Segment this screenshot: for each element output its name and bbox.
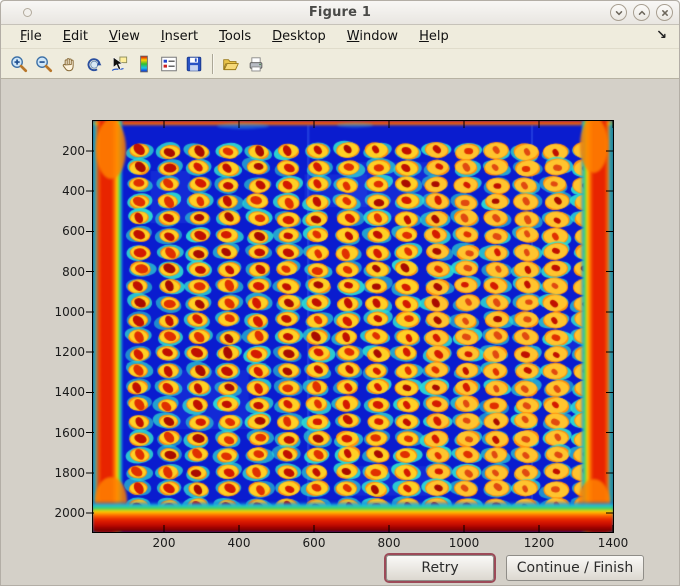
y-tick-label: 200 <box>62 144 85 158</box>
window-controls <box>610 4 673 21</box>
save-figure-button[interactable] <box>182 52 206 76</box>
menu-item-tools[interactable]: Tools <box>212 27 258 46</box>
zoom-out-icon <box>35 55 53 73</box>
window-title: Figure 1 <box>308 5 372 20</box>
insert-colorbar-icon <box>135 55 153 73</box>
zoom-in-icon <box>10 55 28 73</box>
titlebar[interactable]: Figure 1 <box>1 1 679 25</box>
y-tick-label: 1800 <box>54 465 85 480</box>
x-tick-label: 1400 <box>597 536 629 550</box>
data-cursor-icon <box>110 55 128 73</box>
chevron-down-icon <box>614 8 624 18</box>
menu-item-window[interactable]: Window <box>340 27 405 46</box>
open-file-button[interactable] <box>219 52 243 76</box>
print-figure-icon <box>247 55 265 73</box>
shade-button[interactable] <box>610 4 627 21</box>
print-figure-button[interactable] <box>244 52 268 76</box>
menu-item-edit[interactable]: Edit <box>56 27 95 46</box>
x-tick-label: 1000 <box>448 536 480 550</box>
toolbar-separator <box>212 53 214 74</box>
menubar: File Edit View Insert Tools Desktop Window Help… <box>1 25 679 49</box>
pan-icon <box>60 55 78 73</box>
y-tick-label: 1000 <box>54 304 85 319</box>
toolbar <box>1 49 679 79</box>
x-tick-label: 400 <box>227 536 251 550</box>
y-tick-label: 400 <box>62 184 85 199</box>
rotate-3d-icon <box>85 55 103 73</box>
y-tick-label: 2000 <box>54 506 85 520</box>
insert-legend-icon <box>160 55 178 73</box>
y-tick-label: 1200 <box>54 345 85 360</box>
y-tick-label: 800 <box>62 264 85 279</box>
plate-image[interactable] <box>93 121 613 532</box>
data-cursor-button[interactable] <box>107 52 131 76</box>
maximize-button[interactable] <box>633 4 650 21</box>
save-figure-icon <box>185 55 203 73</box>
zoom-out-button[interactable] <box>32 52 56 76</box>
close-button[interactable] <box>656 4 673 21</box>
chevron-up-icon <box>637 8 647 18</box>
continue-finish-button[interactable]: Continue / Finish <box>506 555 644 581</box>
figure-canvas-area: Retry Continue / Finish 200 400 600 800 1000… <box>1 79 679 585</box>
zoom-in-button[interactable] <box>7 52 31 76</box>
pan-button[interactable] <box>57 52 81 76</box>
x-tick-label: 600 <box>302 536 326 550</box>
plot-axes <box>92 120 614 533</box>
close-icon <box>660 8 670 18</box>
x-tick-label: 1200 <box>523 536 555 550</box>
menu-item-view[interactable]: View <box>102 27 147 46</box>
menu-item-insert[interactable]: Insert <box>154 27 205 46</box>
menu-item-desktop[interactable]: Desktop <box>265 27 333 46</box>
x-tick-label: 200 <box>152 536 176 550</box>
insert-legend-button[interactable] <box>157 52 181 76</box>
insert-colorbar-button[interactable] <box>132 52 156 76</box>
menu-item-file[interactable]: File <box>13 27 49 46</box>
rotate-3d-button[interactable] <box>82 52 106 76</box>
menu-item-help[interactable]: Help <box>412 27 456 46</box>
y-tick-label: 1600 <box>54 425 85 440</box>
open-file-icon <box>222 55 240 73</box>
dock-figure-icon[interactable]: ↘ <box>656 28 667 43</box>
y-tick-label: 1400 <box>54 385 85 400</box>
retry-button[interactable]: Retry <box>386 555 494 581</box>
y-tick-label: 600 <box>62 224 85 239</box>
x-tick-label: 800 <box>377 536 401 550</box>
figure-window: Figure 1 File Edit View Insert Tools Desktop W… <box>0 0 680 586</box>
